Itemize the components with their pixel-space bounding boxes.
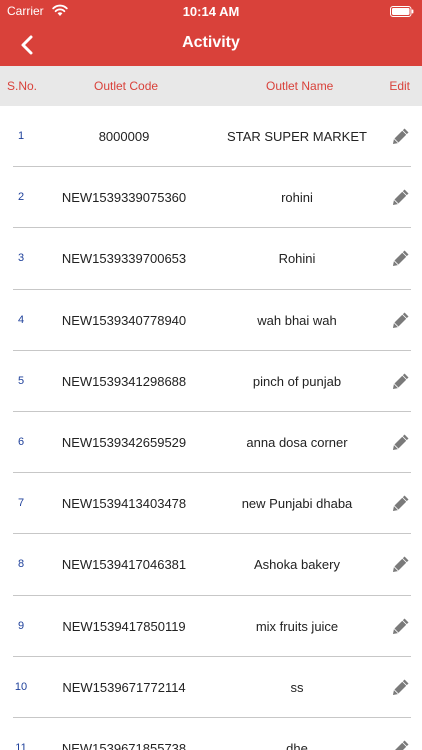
row-outlet-name: anna dosa corner (246, 434, 348, 450)
pencil-icon[interactable] (389, 614, 413, 638)
table-row: 11 NEW1539671855738 dhe (0, 718, 422, 750)
row-sno: 6 (17, 435, 25, 448)
row-outlet-code: NEW1539342659529 (61, 434, 187, 450)
row-outlet-code: 8000009 (98, 129, 150, 144)
row-outlet-name: wah bhai wah (257, 312, 337, 328)
row-outlet-name: ss (290, 679, 304, 695)
table-row: 8 NEW1539417046381 Ashoka bakery (0, 534, 422, 596)
battery-icon (390, 6, 414, 17)
status-bar: Carrier 10:14 AM (0, 0, 422, 22)
row-outlet-code: NEW1539671772114 (62, 679, 186, 695)
pencil-icon[interactable] (389, 430, 413, 454)
page-title: Activity (182, 34, 240, 51)
table-row: 6 NEW1539342659529 anna dosa corner (0, 412, 422, 474)
header-outlet-name: Outlet Name (266, 79, 334, 93)
header-outlet-code: Outlet Code (94, 79, 159, 93)
row-outlet-name: pinch of punjab (252, 373, 342, 389)
row-sno: 8 (17, 558, 25, 571)
table-row: 10 NEW1539671772114 ss (0, 657, 422, 719)
row-sno: 4 (17, 313, 25, 326)
row-outlet-name: Rohini (278, 251, 316, 267)
outlet-list[interactable]: 1 8000009 STAR SUPER MARKET 2 NEW1539339… (0, 106, 422, 750)
pencil-icon[interactable] (389, 185, 413, 209)
row-outlet-name: new Punjabi dhaba (241, 496, 353, 512)
row-sno: 3 (17, 252, 25, 265)
row-outlet-code: NEW1539671855738 (61, 740, 187, 750)
header-edit: Edit (389, 79, 410, 93)
pencil-icon[interactable] (389, 552, 413, 576)
row-outlet-code: NEW1539417046381 (61, 557, 187, 573)
pencil-icon[interactable] (389, 246, 413, 270)
row-outlet-name: rohini (281, 190, 313, 206)
row-sno: 7 (17, 497, 25, 510)
row-sno: 2 (17, 191, 25, 204)
row-sno: 1 (17, 130, 25, 142)
status-time: 10:14 AM (182, 4, 240, 19)
row-outlet-name: mix fruits juice (255, 618, 339, 634)
pencil-icon[interactable] (389, 369, 413, 393)
table-row: 5 NEW1539341298688 pinch of punjab (0, 351, 422, 413)
row-outlet-code: NEW1539341298688 (61, 373, 187, 389)
nav-bar: Activity (0, 22, 422, 66)
row-outlet-code: NEW1539339075360 (61, 190, 187, 206)
header-sno: S.No. (7, 79, 38, 93)
pencil-icon[interactable] (389, 308, 413, 332)
row-outlet-name: Ashoka bakery (254, 557, 340, 573)
row-outlet-code: NEW1539339700653 (61, 251, 187, 267)
table-row: 3 NEW1539339700653 Rohini (0, 228, 422, 290)
table-row: 4 NEW1539340778940 wah bhai wah (0, 290, 422, 351)
row-sno: 11 (15, 741, 27, 750)
table-row: 2 NEW1539339075360 rohini (0, 167, 422, 229)
table-header: S.No. Outlet Code Outlet Name Edit (0, 66, 422, 106)
row-outlet-code: NEW1539417850119 (62, 618, 186, 634)
row-outlet-name: dhe (286, 740, 308, 750)
row-sno: 5 (17, 374, 25, 387)
table-row: 1 8000009 STAR SUPER MARKET (0, 106, 422, 168)
table-row: 9 NEW1539417850119 mix fruits juice (0, 596, 422, 657)
row-outlet-name: STAR SUPER MARKET (227, 129, 367, 144)
row-outlet-code: NEW1539340778940 (61, 312, 187, 328)
pencil-icon[interactable] (389, 491, 413, 515)
pencil-icon[interactable] (389, 736, 413, 750)
table-row: 7 NEW1539413403478 new Punjabi dhaba (0, 473, 422, 535)
row-sno: 9 (17, 619, 25, 632)
row-sno: 10 (14, 680, 28, 693)
row-outlet-code: NEW1539413403478 (61, 496, 187, 512)
pencil-icon[interactable] (389, 675, 413, 699)
pencil-icon[interactable] (389, 124, 413, 148)
